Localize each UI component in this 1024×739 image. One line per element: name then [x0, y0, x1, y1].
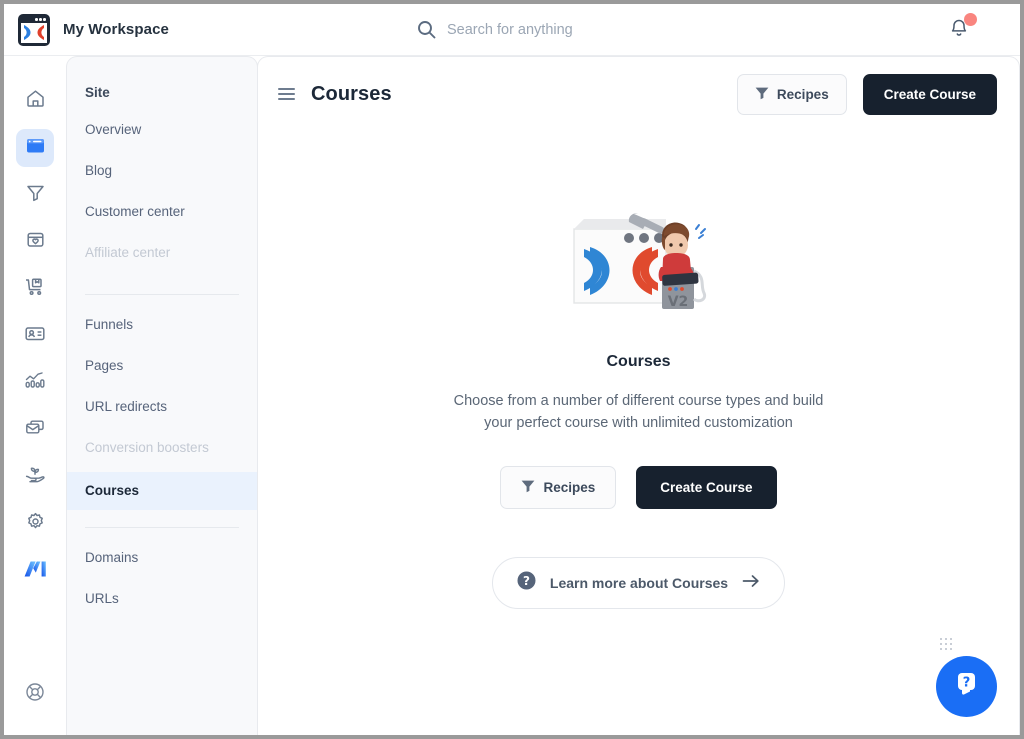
notifications-button[interactable] — [946, 12, 977, 43]
empty-state-title: Courses — [606, 353, 671, 370]
shopping-cart-icon — [24, 276, 46, 302]
box-heart-icon — [25, 229, 46, 255]
funnel-filter-icon — [755, 86, 769, 103]
rail-item-funnels[interactable] — [16, 176, 54, 214]
recipes-button-center[interactable]: Recipes — [500, 466, 617, 509]
sidebar-item-conversion-boosters: Conversion boosters — [85, 440, 209, 455]
contact-card-icon — [24, 323, 46, 349]
gear-icon — [25, 511, 46, 537]
sidebar-item-pages[interactable]: Pages — [67, 349, 257, 383]
learn-more-button[interactable]: ? Learn more about Courses — [491, 557, 786, 609]
sidebar-item-overview[interactable]: Overview — [67, 113, 257, 147]
recipes-button-label: Recipes — [776, 86, 829, 102]
sidebar-item-blog[interactable]: Blog — [67, 154, 257, 188]
rail-item-settings[interactable] — [16, 505, 54, 543]
home-icon — [25, 88, 46, 114]
browser-window-icon — [25, 135, 46, 161]
subnav-heading-site: Site — [85, 85, 110, 100]
top-bar: My Workspace — [4, 4, 1020, 56]
main-header: Courses Recipes Create Course — [258, 57, 1019, 131]
search-icon — [417, 20, 436, 39]
subnav-group-site: Site Overview Blog Customer center Affil… — [67, 79, 257, 283]
app-window: My Workspace Search for anything Site Ov… — [4, 4, 1020, 735]
arrow-right-icon — [742, 574, 760, 593]
rail-item-growth[interactable] — [16, 458, 54, 496]
subnav-group-content: Funnels Pages URL redirects Conversion b… — [67, 308, 257, 516]
learn-more-label: Learn more about Courses — [549, 575, 729, 591]
rail-item-marketing[interactable] — [16, 411, 54, 449]
sidebar-item-url-redirects[interactable]: URL redirects — [67, 390, 257, 424]
rail-item-analytics[interactable] — [16, 364, 54, 402]
rail-item-contacts[interactable] — [16, 317, 54, 355]
bar-chart-trend-icon — [24, 370, 46, 396]
empty-state-description: Choose from a number of different course… — [453, 393, 824, 431]
empty-state: V2 Courses Choose from a number of diffe… — [258, 131, 1019, 735]
rail-item-site[interactable] — [16, 129, 54, 167]
workspace-title: My Workspace — [63, 21, 169, 38]
create-course-button[interactable]: Create Course — [862, 73, 997, 115]
chat-help-bubble-icon: ? — [951, 668, 983, 705]
sidebar-item-domains[interactable]: Domains — [67, 541, 257, 575]
empty-state-actions: Recipes Create Course — [500, 466, 777, 509]
subnav-group-domains: Domains URLs — [67, 541, 257, 629]
sidebar-item-urls[interactable]: URLs — [67, 582, 257, 616]
body: Site Overview Blog Customer center Affil… — [4, 56, 1020, 735]
global-search[interactable] — [244, 20, 880, 39]
rail-item-products[interactable] — [16, 223, 54, 261]
lifebuoy-icon — [24, 681, 46, 708]
question-circle-icon: ? — [517, 571, 536, 595]
recipes-button-center-label: Recipes — [543, 480, 596, 495]
ai-logo-icon — [22, 558, 48, 585]
course-builder-illustration: V2 — [566, 205, 712, 317]
workspace-browser-logo-icon — [18, 13, 50, 46]
create-course-button-center[interactable]: Create Course — [636, 466, 777, 509]
create-course-button-center-label: Create Course — [660, 480, 753, 495]
subnav-divider-2 — [85, 527, 239, 528]
secondary-sidebar: Site Overview Blog Customer center Affil… — [66, 56, 258, 735]
svg-text:?: ? — [523, 574, 530, 588]
hamburger-menu-icon[interactable] — [278, 84, 295, 104]
plant-hand-icon — [24, 464, 46, 490]
notification-badge-dot — [964, 12, 977, 26]
rail-item-orders[interactable] — [16, 270, 54, 308]
subnav-divider-1 — [85, 294, 239, 295]
svg-text:?: ? — [962, 676, 970, 691]
funnel-icon — [25, 182, 46, 208]
main-panel: Courses Recipes Create Course V2 Courses… — [257, 56, 1020, 735]
email-stack-icon — [24, 417, 46, 443]
create-course-button-label: Create Course — [883, 86, 976, 102]
funnel-filter-icon — [521, 479, 535, 496]
rail-item-ai[interactable] — [16, 552, 54, 590]
sidebar-item-funnels[interactable]: Funnels — [67, 308, 257, 342]
rail-item-home[interactable] — [16, 82, 54, 120]
svg-text:V2: V2 — [667, 294, 688, 310]
icon-rail — [4, 56, 66, 735]
drag-dots-icon[interactable] — [940, 638, 953, 651]
page-title: Courses — [311, 82, 392, 105]
recipes-button[interactable]: Recipes — [736, 73, 847, 115]
sidebar-item-affiliate-center: Affiliate center — [85, 245, 171, 260]
search-input[interactable] — [447, 21, 707, 38]
chat-help-button[interactable]: ? — [936, 656, 997, 717]
top-bar-actions — [880, 12, 1020, 43]
sidebar-item-customer-center[interactable]: Customer center — [67, 195, 257, 229]
sidebar-item-courses[interactable]: Courses — [67, 472, 257, 510]
rail-item-support[interactable] — [16, 675, 54, 713]
